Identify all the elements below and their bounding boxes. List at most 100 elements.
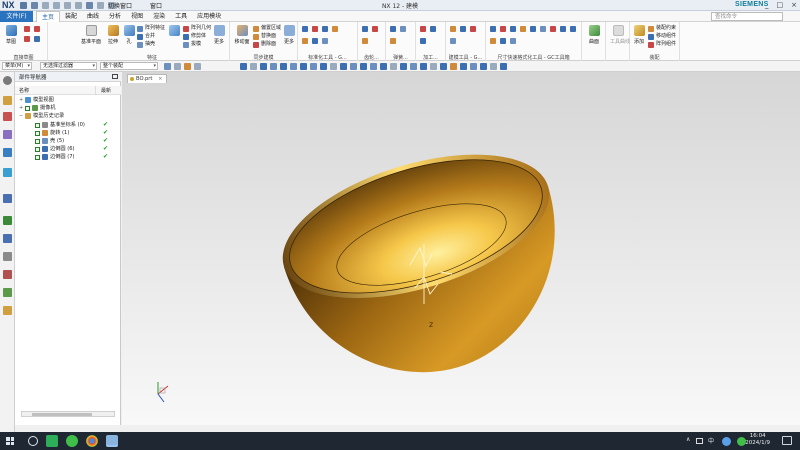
- select-icon[interactable]: [164, 63, 171, 70]
- view-icon[interactable]: [490, 63, 497, 70]
- expand-toggle-icon[interactable]: +: [19, 96, 23, 104]
- move-component-button[interactable]: 移动组件: [648, 33, 676, 40]
- rectangle-icon[interactable]: [34, 26, 40, 32]
- file-menu-button[interactable]: 文件(F): [0, 11, 33, 22]
- windows-start-icon[interactable]: [6, 437, 14, 445]
- tool-icon[interactable]: [312, 26, 318, 32]
- dimension-icon[interactable]: [560, 26, 566, 32]
- gear-icon[interactable]: [3, 76, 12, 85]
- tool-icon[interactable]: [322, 38, 328, 44]
- shell-button[interactable]: 抽壳: [137, 41, 155, 48]
- pattern-geometry-button[interactable]: 阵列几何: [183, 25, 211, 32]
- sketch-button[interactable]: 草图: [3, 25, 19, 45]
- tab-render[interactable]: 渲染: [148, 11, 170, 22]
- snap-icon[interactable]: [300, 63, 307, 70]
- tray-expand-icon[interactable]: ∧: [686, 436, 690, 443]
- tool-icon[interactable]: [322, 26, 328, 32]
- clock[interactable]: 16:04 2024/1/9: [745, 433, 770, 447]
- gear-icon[interactable]: [362, 26, 368, 32]
- menu-dropdown[interactable]: 菜单(M) ▾: [2, 62, 32, 70]
- expand-toggle-icon[interactable]: +: [19, 104, 23, 112]
- search-icon[interactable]: [28, 436, 38, 446]
- tab-assembly[interactable]: 装配: [60, 11, 82, 22]
- tool-icon[interactable]: [312, 38, 318, 44]
- expand-toggle-icon[interactable]: −: [19, 112, 23, 120]
- tree-row[interactable]: − 模型历史记录: [15, 112, 121, 120]
- snap-icon[interactable]: [430, 63, 437, 70]
- sync-more-button[interactable]: 更多: [281, 25, 297, 45]
- web-browser-icon[interactable]: [3, 194, 12, 203]
- select-icon[interactable]: [174, 63, 181, 70]
- view-icon[interactable]: [460, 63, 467, 70]
- replace-face-button[interactable]: 替换面: [253, 33, 276, 40]
- tool-icon[interactable]: [302, 38, 308, 44]
- bowl-model[interactable]: Z: [122, 72, 800, 425]
- tree-row[interactable]: + 模型视图: [15, 96, 121, 104]
- dimension-icon[interactable]: [550, 26, 556, 32]
- dimension-icon[interactable]: [520, 26, 526, 32]
- extrude-button[interactable]: 拉伸: [105, 25, 121, 45]
- tree-row[interactable]: 旋转 (1) ✔: [15, 129, 121, 137]
- view-triad[interactable]: [157, 382, 169, 403]
- circle-icon[interactable]: [34, 36, 40, 42]
- touch-mode-icon[interactable]: [97, 2, 104, 9]
- offset-region-button[interactable]: 偏置区域: [253, 25, 281, 32]
- process-studio-icon[interactable]: [3, 252, 12, 261]
- snap-icon[interactable]: [240, 63, 247, 70]
- tree-row[interactable]: + 摄像机: [15, 104, 121, 112]
- reuse-library-icon[interactable]: [3, 148, 12, 157]
- view-icon[interactable]: [470, 63, 477, 70]
- column-header-latest[interactable]: 最新: [101, 87, 111, 94]
- hole-button[interactable]: 孔: [121, 25, 137, 45]
- navigator-scrollbar[interactable]: [21, 411, 115, 417]
- tab-analysis[interactable]: 分析: [104, 11, 126, 22]
- maximize-icon[interactable]: [112, 74, 118, 79]
- dimension-icon[interactable]: [530, 26, 536, 32]
- visibility-checkbox[interactable]: [35, 155, 40, 161]
- modeling-tool-icon[interactable]: [450, 26, 456, 32]
- dimension-icon[interactable]: [570, 26, 576, 32]
- select-icon[interactable]: [184, 63, 191, 70]
- column-divider[interactable]: [95, 86, 96, 95]
- network-icon[interactable]: [696, 438, 703, 444]
- add-component-button[interactable]: 添加: [631, 25, 647, 45]
- dimension-icon[interactable]: [500, 38, 506, 44]
- snap-icon[interactable]: [270, 63, 277, 70]
- visibility-checkbox[interactable]: [35, 147, 40, 153]
- snap-icon[interactable]: [310, 63, 317, 70]
- modeling-tool-icon[interactable]: [450, 38, 456, 44]
- pattern-feature-button[interactable]: 阵列特征: [137, 25, 165, 32]
- window-menu-button[interactable]: 窗口: [150, 1, 162, 10]
- assembly-constraint-button[interactable]: 装配约束: [648, 25, 676, 32]
- unite-button[interactable]: 合并: [137, 33, 155, 40]
- modeling-tool-icon[interactable]: [460, 26, 466, 32]
- close-button[interactable]: ×: [791, 1, 797, 9]
- snap-icon[interactable]: [290, 63, 297, 70]
- tab-tools[interactable]: 工具: [170, 11, 192, 22]
- tree-row[interactable]: 壳 (5) ✔: [15, 137, 121, 145]
- selection-scope-dropdown[interactable]: 整个装配 ▾: [100, 62, 158, 70]
- spring-icon[interactable]: [390, 38, 396, 44]
- pattern-component-button[interactable]: 阵列组件: [648, 41, 676, 48]
- tree-row[interactable]: 边倒圆 (6) ✔: [15, 145, 121, 153]
- app-taskbar-icon[interactable]: [46, 435, 58, 447]
- edge-blend-button[interactable]: [165, 25, 183, 36]
- scrollbar-thumb[interactable]: [32, 413, 92, 416]
- machining-icon[interactable]: [430, 26, 436, 32]
- spring-icon[interactable]: [390, 26, 396, 32]
- snap-icon[interactable]: [350, 63, 357, 70]
- graphics-window[interactable]: BO.prt × Z: [122, 72, 800, 425]
- tree-row[interactable]: 基准坐标系 (0) ✔: [15, 121, 121, 129]
- feature-more-button[interactable]: 更多: [211, 25, 227, 45]
- tab-home[interactable]: 主页: [36, 11, 61, 22]
- command-search-input[interactable]: 查找命令: [711, 12, 783, 21]
- visibility-checkbox[interactable]: [35, 130, 40, 136]
- tab-view[interactable]: 视图: [126, 11, 148, 22]
- tool-icon[interactable]: [332, 26, 338, 32]
- modeling-tool-icon[interactable]: [470, 26, 476, 32]
- view-icon[interactable]: [480, 63, 487, 70]
- repeat-command-icon[interactable]: [86, 2, 93, 9]
- wechat-icon[interactable]: [66, 435, 78, 447]
- system-materials-icon[interactable]: [3, 234, 12, 243]
- gear-icon[interactable]: [372, 26, 378, 32]
